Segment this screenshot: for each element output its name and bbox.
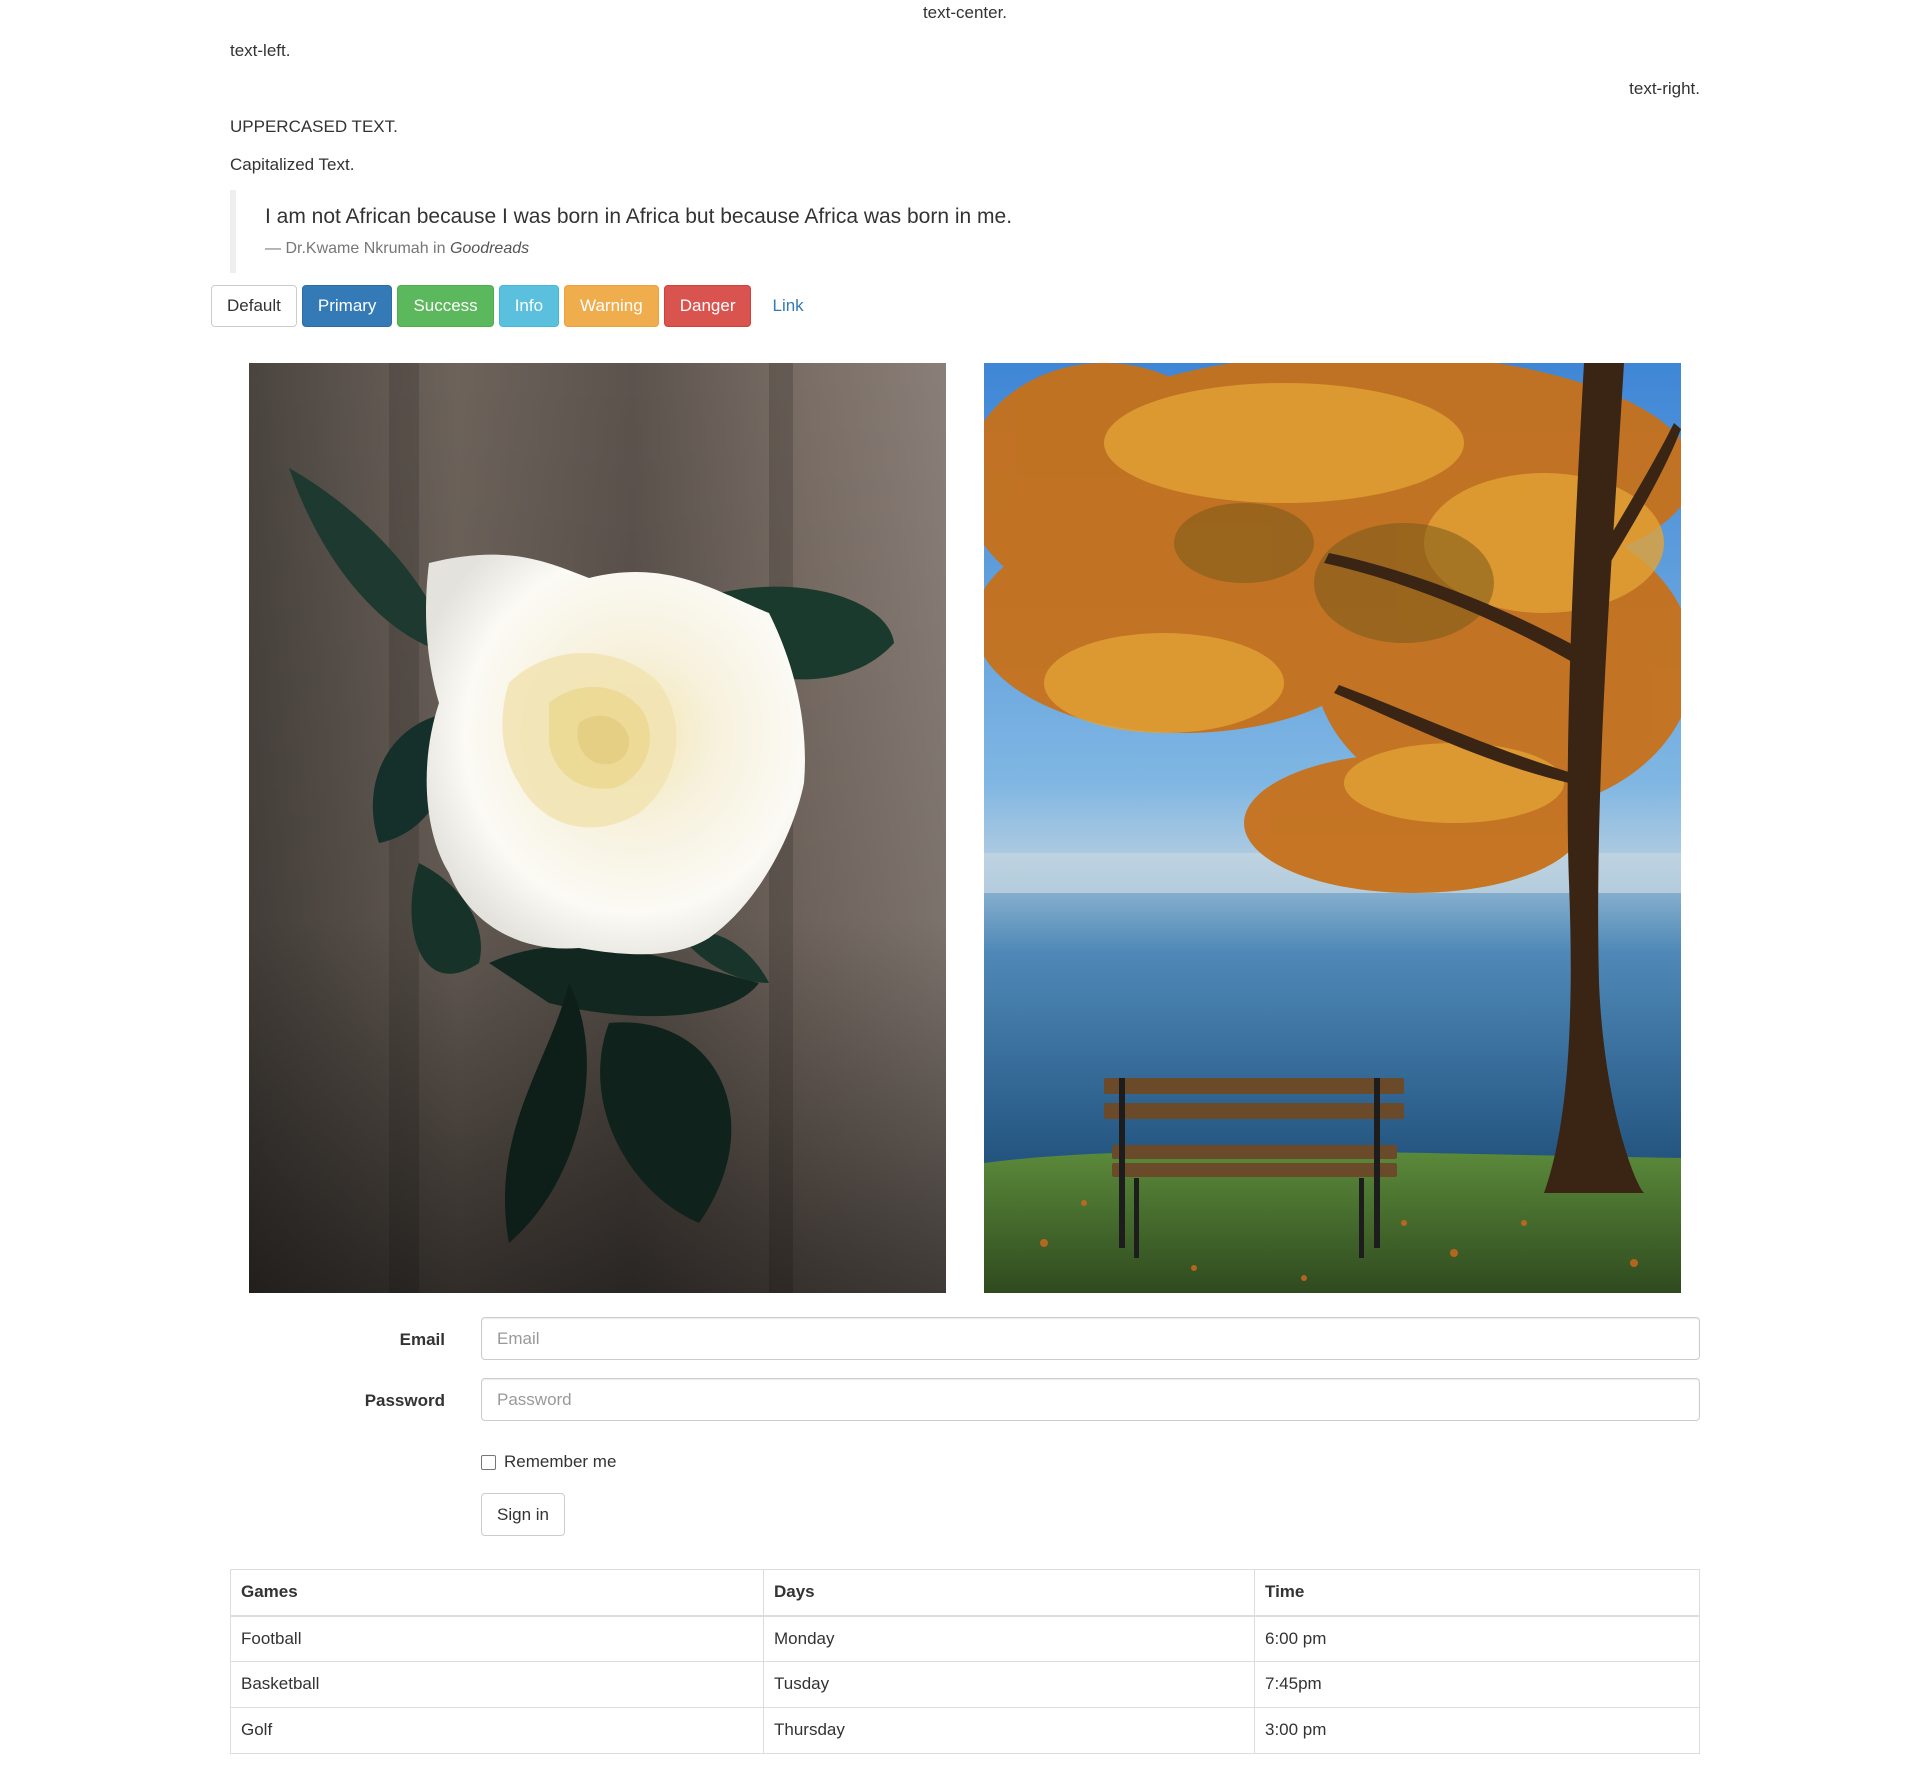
quote-author: — Dr.Kwame Nkrumah in	[265, 240, 446, 258]
default-button[interactable]: Default	[211, 284, 297, 327]
white-rose-photo	[249, 363, 946, 1293]
table-cell: Football	[230, 1615, 764, 1662]
success-button[interactable]: Success	[397, 284, 494, 327]
table-row: Golf Thursday 3:00 pm	[230, 1707, 1700, 1754]
email-label: Email	[399, 1330, 445, 1349]
table-cell: Tusday	[763, 1661, 1255, 1708]
table-header-games: Games	[230, 1569, 764, 1617]
signin-form: Email Password Remember me Sign in	[230, 1317, 1700, 1536]
password-row: Password	[230, 1378, 1700, 1439]
table-cell: Basketball	[230, 1661, 764, 1708]
quote-footer: — Dr.Kwame Nkrumah in Goodreads	[265, 238, 1676, 261]
remember-checkbox[interactable]	[481, 1454, 496, 1470]
table-cell: 7:45pm	[1254, 1661, 1700, 1708]
capitalized-line: Capitalized Text.	[230, 155, 355, 174]
quote-source: Goodreads	[449, 240, 530, 258]
table-row: Football Monday 6:00 pm	[230, 1615, 1700, 1662]
table-cell: Monday	[763, 1615, 1255, 1662]
table-header-days: Days	[763, 1569, 1255, 1617]
image-row	[249, 363, 1681, 1293]
danger-button[interactable]: Danger	[663, 284, 752, 327]
table-cell: 3:00 pm	[1254, 1707, 1700, 1754]
table-cell: Thursday	[763, 1707, 1255, 1754]
primary-button[interactable]: Primary	[301, 284, 393, 327]
email-row: Email	[230, 1317, 1700, 1378]
autumn-tree-photo	[984, 363, 1681, 1293]
table-cell: Golf	[230, 1707, 764, 1754]
email-field[interactable]	[481, 1317, 1700, 1360]
password-field[interactable]	[481, 1378, 1700, 1421]
games-table: Games Days Time Football Monday 6:00 pm …	[230, 1569, 1700, 1754]
quote-text: I am not African because I was born in A…	[265, 205, 1013, 228]
uppercase-line: UPPERCASED TEXT.	[230, 117, 398, 136]
table-cell: 6:00 pm	[1254, 1615, 1700, 1662]
link-button[interactable]: Link	[756, 285, 819, 327]
text-right-line: text-right.	[1629, 79, 1700, 98]
text-left-line: text-left.	[230, 41, 291, 60]
password-label: Password	[364, 1391, 445, 1410]
table-row: Basketball Tusday 7:45pm	[230, 1661, 1700, 1708]
remember-row[interactable]: Remember me	[481, 1449, 616, 1475]
page-container: text-center. text-left. text-right. UPPE…	[211, 0, 1700, 1754]
table-header-row: Games Days Time	[230, 1569, 1700, 1617]
table-header-time: Time	[1254, 1569, 1700, 1617]
signin-button[interactable]: Sign in	[481, 1493, 565, 1536]
warning-button[interactable]: Warning	[564, 284, 659, 327]
text-center-line: text-center.	[922, 3, 1008, 22]
button-row: Default Primary Success Info Warning Dan…	[211, 284, 1700, 327]
blockquote: I am not African because I was born in A…	[230, 190, 1700, 273]
info-button[interactable]: Info	[498, 284, 560, 327]
remember-label: Remember me	[504, 1451, 617, 1471]
